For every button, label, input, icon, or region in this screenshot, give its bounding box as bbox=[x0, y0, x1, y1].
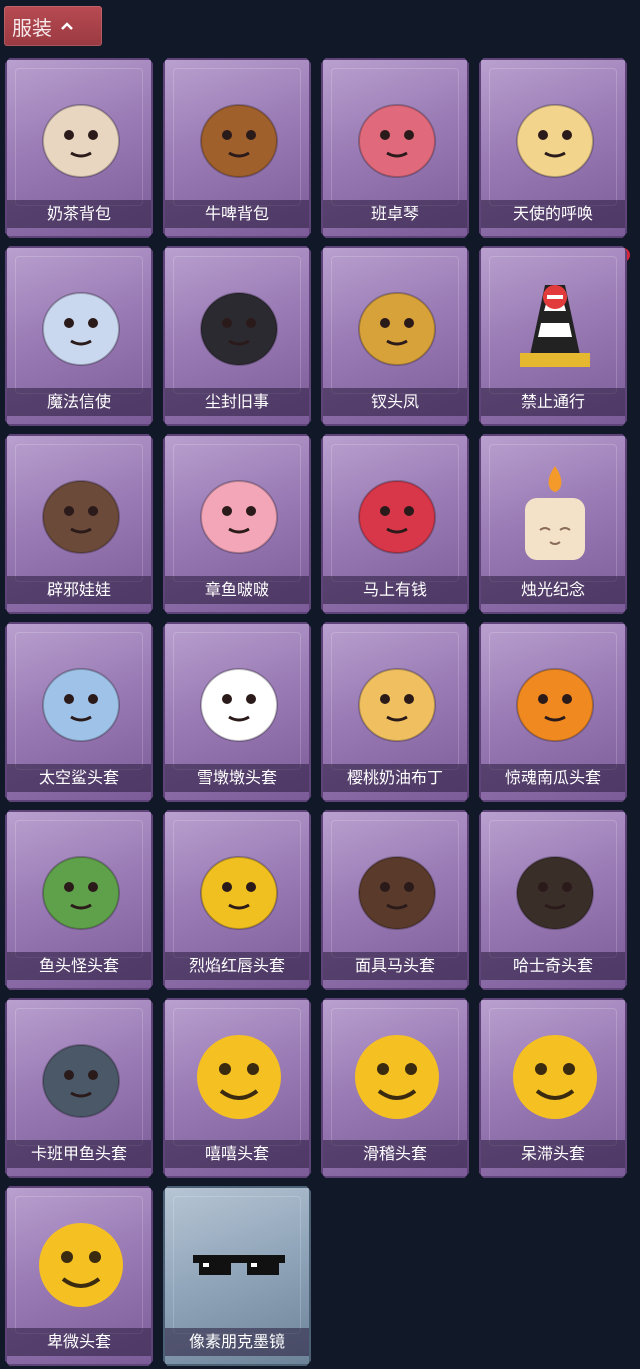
item-label: 樱桃奶油布丁 bbox=[323, 764, 467, 792]
item-card[interactable]: 尘封旧事 bbox=[163, 246, 311, 426]
horse-mask-icon bbox=[347, 834, 447, 944]
item-card[interactable]: 魔法信使 bbox=[5, 246, 153, 426]
item-card[interactable]: 牛啤背包 bbox=[163, 58, 311, 238]
phoenix-crown-icon bbox=[347, 270, 447, 380]
pixel-sunglasses-icon bbox=[189, 1210, 289, 1320]
item-card[interactable]: 天使的呼唤 bbox=[479, 58, 627, 238]
chevron-up-icon bbox=[61, 22, 73, 30]
item-label: 章鱼啵啵 bbox=[165, 576, 309, 604]
item-label: 像素朋克墨镜 bbox=[165, 1328, 309, 1356]
fish-head-icon bbox=[31, 834, 131, 944]
smirk-emoji-icon bbox=[347, 1022, 447, 1132]
item-card[interactable]: 烈焰红唇头套 bbox=[163, 810, 311, 990]
item-label: 尘封旧事 bbox=[165, 388, 309, 416]
milk-tea-backpack-icon bbox=[31, 82, 131, 192]
item-card[interactable]: 呆滞头套 bbox=[479, 998, 627, 1178]
item-label: 鱼头怪头套 bbox=[7, 952, 151, 980]
pumpkin-icon bbox=[505, 646, 605, 756]
item-card[interactable]: 哈士奇头套 bbox=[479, 810, 627, 990]
item-card[interactable]: 班卓琴 bbox=[321, 58, 469, 238]
angel-icon bbox=[505, 82, 605, 192]
husky-mask-icon bbox=[505, 834, 605, 944]
red-horse-icon bbox=[347, 458, 447, 568]
item-label: 天使的呼唤 bbox=[481, 200, 625, 228]
item-card[interactable]: 鱼头怪头套 bbox=[5, 810, 153, 990]
turtle-head-icon bbox=[31, 1022, 131, 1132]
item-card[interactable]: 面具马头套 bbox=[321, 810, 469, 990]
dusty-doll-icon bbox=[189, 270, 289, 380]
stare-emoji-icon bbox=[505, 1022, 605, 1132]
humble-emoji-icon bbox=[31, 1210, 131, 1320]
item-label: 钗头凤 bbox=[323, 388, 467, 416]
item-label: 辟邪娃娃 bbox=[7, 576, 151, 604]
category-title: 服装 bbox=[12, 15, 52, 40]
item-label: 雪墩墩头套 bbox=[165, 764, 309, 792]
shark-head-icon bbox=[31, 646, 131, 756]
banjo-beaver-icon bbox=[347, 82, 447, 192]
item-label: 卡班甲鱼头套 bbox=[7, 1140, 151, 1168]
item-card[interactable]: 禁止通行 bbox=[479, 246, 627, 426]
item-card[interactable]: 像素朋克墨镜 bbox=[163, 1186, 311, 1366]
snowman-head-icon bbox=[189, 646, 289, 756]
item-card[interactable]: 滑稽头套 bbox=[321, 998, 469, 1178]
item-grid: 奶茶背包 牛啤背包 班卓琴 天使的呼唤魔法信使 尘封旧事 钗头凤 禁止通行辟邪娃娃 章鱼啵啵马… bbox=[5, 58, 627, 1366]
magic-elephant-icon bbox=[31, 270, 131, 380]
item-card[interactable]: 惊魂南瓜头套 bbox=[479, 622, 627, 802]
item-label: 牛啤背包 bbox=[165, 200, 309, 228]
item-label: 奶茶背包 bbox=[7, 200, 151, 228]
item-card[interactable]: 雪墩墩头套 bbox=[163, 622, 311, 802]
item-label: 卑微头套 bbox=[7, 1328, 151, 1356]
grin-emoji-icon bbox=[189, 1022, 289, 1132]
item-card[interactable]: 樱桃奶油布丁 bbox=[321, 622, 469, 802]
item-card[interactable]: 嘻嘻头套 bbox=[163, 998, 311, 1178]
item-label: 禁止通行 bbox=[481, 388, 625, 416]
pudding-icon bbox=[347, 646, 447, 756]
beer-cow-backpack-icon bbox=[189, 82, 289, 192]
item-label: 呆滞头套 bbox=[481, 1140, 625, 1168]
item-card[interactable]: 烛光纪念 bbox=[479, 434, 627, 614]
category-tab-clothing[interactable]: 服装 bbox=[4, 6, 102, 46]
item-card[interactable]: 太空鲨头套 bbox=[5, 622, 153, 802]
item-card[interactable]: 钗头凤 bbox=[321, 246, 469, 426]
item-label: 滑稽头套 bbox=[323, 1140, 467, 1168]
item-label: 面具马头套 bbox=[323, 952, 467, 980]
item-label: 哈士奇头套 bbox=[481, 952, 625, 980]
candle-icon bbox=[505, 458, 605, 568]
item-label: 烛光纪念 bbox=[481, 576, 625, 604]
item-label: 魔法信使 bbox=[7, 388, 151, 416]
doll-head-icon bbox=[31, 458, 131, 568]
item-label: 惊魂南瓜头套 bbox=[481, 764, 625, 792]
item-label: 班卓琴 bbox=[323, 200, 467, 228]
octopus-icon bbox=[189, 458, 289, 568]
item-card[interactable]: 卡班甲鱼头套 bbox=[5, 998, 153, 1178]
item-card[interactable]: 辟邪娃娃 bbox=[5, 434, 153, 614]
traffic-cone-icon bbox=[505, 270, 605, 380]
item-card[interactable]: 奶茶背包 bbox=[5, 58, 153, 238]
item-card[interactable]: 马上有钱 bbox=[321, 434, 469, 614]
item-label: 嘻嘻头套 bbox=[165, 1140, 309, 1168]
item-card[interactable]: 章鱼啵啵 bbox=[163, 434, 311, 614]
item-card[interactable]: 卑微头套 bbox=[5, 1186, 153, 1366]
item-label: 马上有钱 bbox=[323, 576, 467, 604]
item-label: 太空鲨头套 bbox=[7, 764, 151, 792]
yellow-mask-icon bbox=[189, 834, 289, 944]
item-label: 烈焰红唇头套 bbox=[165, 952, 309, 980]
